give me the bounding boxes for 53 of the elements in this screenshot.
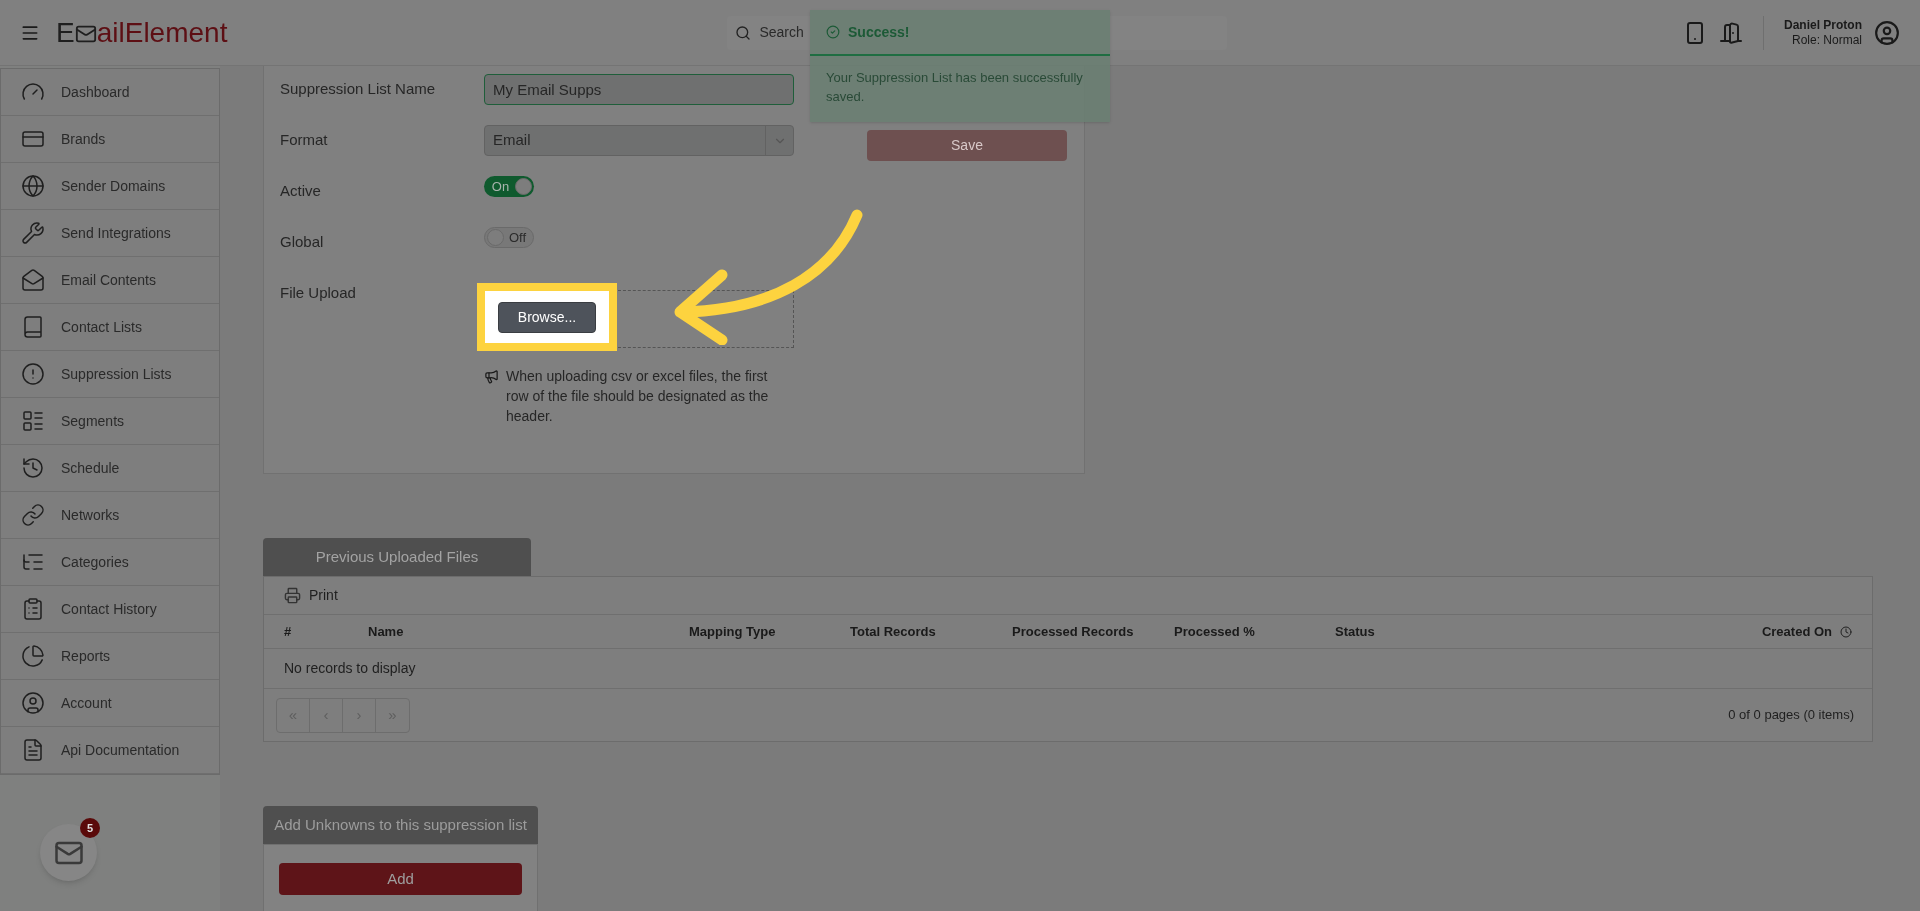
search-icon — [735, 24, 752, 41]
user-name: Daniel Proton — [1784, 17, 1862, 33]
notification-badge: 5 — [80, 818, 100, 838]
toggle-switch[interactable]: Off — [484, 227, 534, 248]
panel-tab[interactable]: Previous Uploaded Files — [263, 538, 531, 576]
field-label: Suppression List Name — [280, 79, 437, 99]
toggle-switch[interactable]: On — [484, 176, 534, 197]
column-header[interactable]: Processed % — [1174, 621, 1255, 642]
document-icon — [21, 738, 45, 762]
book-icon — [21, 315, 45, 339]
column-header[interactable]: Total Records — [850, 621, 936, 642]
save-button[interactable]: Save — [867, 130, 1067, 161]
check-icon — [826, 25, 840, 39]
select-dropdown[interactable]: Email — [484, 125, 794, 156]
user-role: Role: Normal — [1791, 32, 1862, 48]
upload-note: When uploading csv or excel files, the first row of the file should be designated as the header. — [506, 367, 770, 426]
toast-message: Your Suppression List has been successfully saved. — [825, 69, 1084, 106]
upload-dropzone[interactable] — [618, 290, 794, 348]
exit-icon[interactable] — [1719, 20, 1743, 45]
empty-message: No records to display — [284, 659, 416, 678]
field-label: Active — [280, 181, 322, 201]
envelope-icon — [21, 268, 45, 292]
field-label: Global — [280, 232, 325, 252]
printer-icon — [284, 587, 301, 604]
globe-icon — [21, 174, 45, 198]
field-label: Format — [280, 130, 329, 150]
clock-icon — [21, 456, 45, 480]
user-icon[interactable] — [1874, 19, 1900, 46]
browse-button[interactable]: Browse... — [498, 301, 596, 333]
megaphone-icon — [484, 369, 499, 384]
clipboard-icon — [21, 597, 45, 621]
print-button[interactable]: Print — [284, 585, 338, 606]
add-button[interactable]: Add — [279, 863, 522, 895]
column-header[interactable]: Status — [1335, 621, 1375, 642]
wrench-icon — [21, 221, 45, 245]
page-info: 0 of 0 pages (0 items) — [1728, 706, 1855, 725]
toast-title: Success! — [848, 22, 910, 42]
panel-header: Add Unknowns to this suppression list — [263, 806, 538, 844]
column-header[interactable]: Created On — [1761, 621, 1832, 642]
text-input[interactable]: My Email Supps — [484, 74, 794, 105]
user-icon — [21, 691, 45, 715]
pie-chart-icon — [21, 644, 45, 668]
list-icon — [21, 409, 45, 433]
field-label: File Upload — [280, 283, 357, 303]
logo[interactable]: E ailElement — [56, 18, 228, 47]
column-header[interactable]: Name — [368, 621, 404, 642]
mail-launcher[interactable] — [40, 824, 97, 881]
column-header[interactable]: Processed Records — [1012, 621, 1134, 642]
alert-icon — [21, 362, 45, 386]
column-header[interactable]: # — [284, 621, 292, 642]
column-header[interactable]: Mapping Type — [689, 621, 776, 642]
link-icon — [21, 503, 45, 527]
clock-icon — [1840, 625, 1852, 638]
